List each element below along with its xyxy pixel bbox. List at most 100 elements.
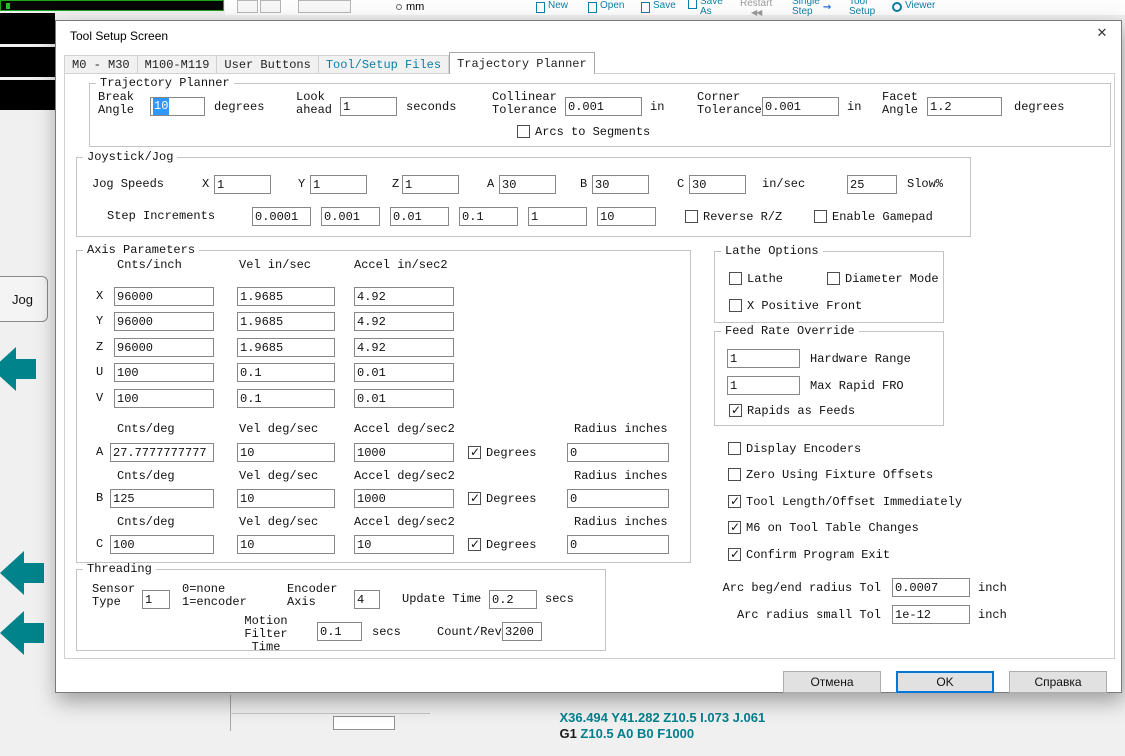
x-vel-input[interactable]: [237, 287, 335, 306]
tab-m100-m119[interactable]: M100-M119: [137, 55, 218, 74]
jog-speed-z-input[interactable]: [402, 175, 459, 194]
step-increment-4-input[interactable]: [459, 207, 518, 226]
break-angle-input[interactable]: 10: [150, 97, 205, 116]
c-radius-input[interactable]: [567, 535, 669, 554]
x-accel-input[interactable]: [354, 287, 454, 306]
arc-radius-small-tol-input[interactable]: [892, 605, 970, 624]
b-cnts-input[interactable]: [110, 489, 214, 508]
v-accel-input[interactable]: [354, 389, 454, 408]
zero-using-fixture-offsets-checkbox[interactable]: Zero Using Fixture Offsets: [728, 467, 933, 482]
close-button[interactable]: ✕: [1089, 25, 1115, 47]
arcs-to-segments-checkbox[interactable]: Arcs to Segments: [517, 124, 650, 139]
motion-filter-time-input[interactable]: [317, 622, 362, 641]
z-cnts-input[interactable]: [114, 338, 214, 357]
confirm-program-exit-checkbox[interactable]: Confirm Program Exit: [728, 547, 890, 562]
jog-speed-c-input[interactable]: [689, 175, 746, 194]
c-cnts-input[interactable]: [110, 535, 214, 554]
y-accel-input[interactable]: [354, 312, 454, 331]
toolbar-small-button[interactable]: [237, 0, 258, 13]
y-cnts-input[interactable]: [114, 312, 214, 331]
dialog-titlebar[interactable]: Tool Setup Screen ✕: [56, 21, 1121, 51]
tool-length-offset-immediately-checkbox[interactable]: Tool Length/Offset Immediately: [728, 494, 962, 509]
jog-speed-a-input[interactable]: [499, 175, 556, 194]
facet-angle-input[interactable]: [927, 97, 1002, 116]
reverse-rz-checkbox[interactable]: Reverse R/Z: [685, 209, 782, 224]
step-increment-5-input[interactable]: [528, 207, 587, 226]
u-cnts-input[interactable]: [114, 363, 214, 382]
group-title: Axis Parameters: [83, 244, 200, 257]
hardware-range-input[interactable]: [727, 349, 800, 368]
x-positive-front-checkbox[interactable]: X Positive Front: [729, 298, 862, 313]
jog-speed-b-input[interactable]: [592, 175, 649, 194]
b-vel-input[interactable]: [237, 489, 335, 508]
tab-m0-m30[interactable]: M0 - M30: [64, 55, 138, 74]
help-button[interactable]: Справка: [1009, 671, 1107, 693]
toolbar-restart-button[interactable]: Restart ◀◀: [740, 0, 772, 17]
tab-bar: M0 - M30 M100-M119 User Buttons Tool/Set…: [64, 52, 595, 74]
c-degrees-checkbox[interactable]: Degrees: [468, 537, 536, 552]
jog-left-arrow-button[interactable]: [0, 347, 38, 391]
u-accel-input[interactable]: [354, 363, 454, 382]
sensor-type-input[interactable]: [142, 590, 170, 609]
a-radius-input[interactable]: [567, 443, 669, 462]
b-degrees-checkbox[interactable]: Degrees: [468, 491, 536, 506]
rapids-as-feeds-checkbox[interactable]: Rapids as Feeds: [729, 403, 855, 418]
c-vel-input[interactable]: [237, 535, 335, 554]
tab-tool-setup-files[interactable]: Tool/Setup Files: [318, 55, 450, 74]
jog-left-arrow-button[interactable]: [0, 611, 46, 655]
toolbar-single-step-button[interactable]: Single Step: [792, 0, 831, 17]
u-vel-input[interactable]: [237, 363, 335, 382]
step-increment-6-input[interactable]: [597, 207, 656, 226]
tab-user-buttons[interactable]: User Buttons: [217, 55, 319, 74]
jog-speed-y-input[interactable]: [310, 175, 367, 194]
jog-tab-button[interactable]: Jog: [0, 276, 48, 322]
toolbar-save-as-button[interactable]: Save As: [688, 0, 723, 17]
encoder-axis-input[interactable]: [354, 590, 380, 609]
display-encoders-checkbox[interactable]: Display Encoders: [728, 441, 861, 456]
jog-speed-x-input[interactable]: [214, 175, 271, 194]
m6-on-tool-table-changes-checkbox[interactable]: M6 on Tool Table Changes: [728, 520, 919, 535]
look-ahead-input[interactable]: [340, 97, 397, 116]
a-vel-input[interactable]: [237, 443, 335, 462]
axis-letter: Z: [392, 177, 400, 191]
toolbar-tool-setup-button[interactable]: Tool Setup: [849, 0, 875, 17]
toolbar-save-button[interactable]: Save: [641, 1, 676, 13]
enable-gamepad-checkbox[interactable]: Enable Gamepad: [814, 209, 933, 224]
z-vel-input[interactable]: [237, 338, 335, 357]
cancel-button[interactable]: Отмена: [783, 671, 881, 693]
collinear-tolerance-input[interactable]: [565, 97, 642, 116]
v-vel-input[interactable]: [237, 389, 335, 408]
b-radius-input[interactable]: [567, 489, 669, 508]
toolbar-new-button[interactable]: New: [536, 1, 568, 13]
step-increment-2-input[interactable]: [321, 207, 380, 226]
toolbar-viewer-button[interactable]: Viewer: [892, 1, 935, 12]
z-accel-input[interactable]: [354, 338, 454, 357]
tab-trajectory-planner[interactable]: Trajectory Planner: [449, 52, 595, 74]
arc-beg-end-radius-tol-input[interactable]: [892, 578, 970, 597]
v-cnts-input[interactable]: [114, 389, 214, 408]
corner-tolerance-input[interactable]: [762, 97, 839, 116]
a-accel-input[interactable]: [354, 443, 454, 462]
background-field[interactable]: [333, 716, 395, 730]
step-increment-3-input[interactable]: [390, 207, 449, 226]
a-degrees-checkbox[interactable]: Degrees: [468, 445, 536, 460]
b-accel-input[interactable]: [354, 489, 454, 508]
units-indicator[interactable]: mm: [396, 1, 424, 13]
lathe-checkbox[interactable]: Lathe: [729, 271, 783, 286]
c-accel-input[interactable]: [354, 535, 454, 554]
toolbar-wide-button[interactable]: [298, 0, 351, 13]
max-rapid-fro-input[interactable]: [727, 376, 800, 395]
update-time-input[interactable]: [489, 590, 537, 609]
x-cnts-input[interactable]: [114, 287, 214, 306]
ok-button[interactable]: OK: [896, 671, 994, 693]
y-vel-input[interactable]: [237, 312, 335, 331]
jog-left-arrow-button[interactable]: [0, 551, 46, 595]
selected-text: 10: [153, 98, 170, 115]
slow-percent-input[interactable]: [847, 175, 897, 194]
count-rev-input[interactable]: [502, 622, 542, 641]
toolbar-open-button[interactable]: Open: [588, 1, 624, 13]
toolbar-small-button[interactable]: [260, 0, 281, 13]
step-increment-1-input[interactable]: [252, 207, 311, 226]
a-cnts-input[interactable]: [110, 443, 214, 462]
diameter-mode-checkbox[interactable]: Diameter Mode: [827, 271, 939, 286]
